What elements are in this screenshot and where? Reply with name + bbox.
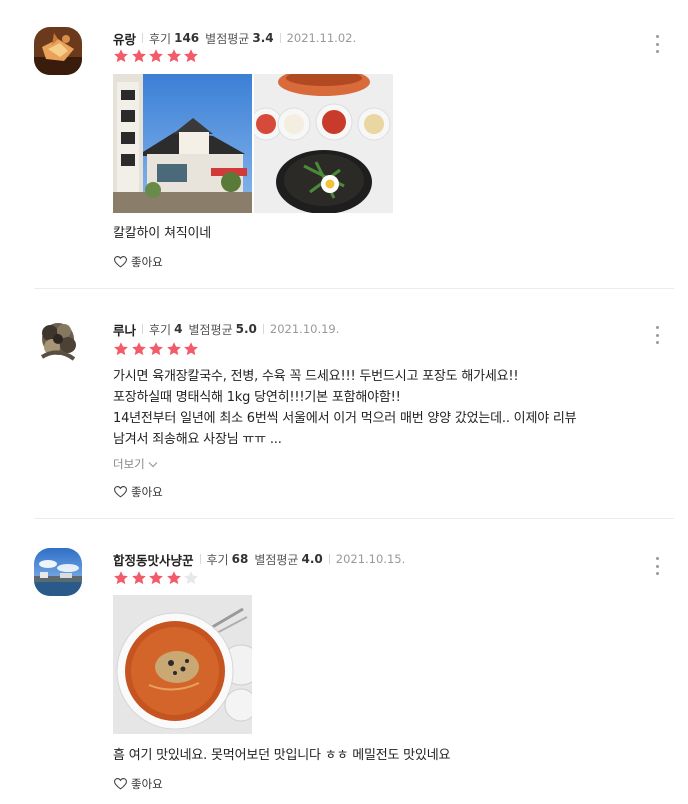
average-rating: 4.0 bbox=[301, 552, 323, 566]
star-icon bbox=[131, 48, 149, 64]
review-text-line: 14년전부터 일년에 최소 6번씩 서울에서 이거 먹으러 매번 양양 갔었는데… bbox=[113, 411, 577, 426]
avatar-image bbox=[34, 317, 82, 365]
star-icon bbox=[183, 48, 201, 64]
star-rating bbox=[113, 48, 201, 64]
star-icon bbox=[166, 48, 184, 64]
review-meta: 루나 후기 4 별점평균 5.0 2021.10.19. bbox=[113, 320, 340, 339]
like-button[interactable]: 좋아요 bbox=[114, 254, 163, 270]
average-rating-label: 별점평균 bbox=[205, 31, 250, 46]
star-icon bbox=[148, 341, 166, 357]
more-vertical-icon bbox=[655, 35, 659, 38]
review-meta: 유랑 후기 146 별점평균 3.4 2021.11.02. bbox=[113, 29, 357, 48]
photo-restaurant-exterior bbox=[113, 74, 252, 213]
like-button[interactable]: 좋아요 bbox=[114, 484, 163, 500]
star-rating bbox=[113, 341, 201, 357]
more-options-button[interactable] bbox=[650, 325, 664, 345]
star-icon bbox=[166, 341, 184, 357]
review-meta: 합정동맛사냥꾼 후기 68 별점평균 4.0 2021.10.15. bbox=[113, 550, 406, 569]
star-rating bbox=[113, 570, 201, 586]
expand-text-button[interactable]: 더보기 bbox=[113, 456, 158, 472]
more-options-button[interactable] bbox=[650, 34, 664, 54]
heart-outline-icon bbox=[114, 778, 127, 790]
star-icon bbox=[183, 570, 201, 586]
author-name[interactable]: 루나 bbox=[113, 320, 136, 339]
review-count-label: 후기 bbox=[206, 552, 229, 567]
average-rating-label: 별점평균 bbox=[188, 322, 233, 337]
review-photo[interactable] bbox=[113, 595, 252, 734]
avatar-image bbox=[34, 548, 82, 596]
review-count: 4 bbox=[174, 322, 183, 336]
star-icon bbox=[131, 570, 149, 586]
avatar-image bbox=[34, 27, 82, 75]
star-icon bbox=[183, 341, 201, 357]
like-label: 좋아요 bbox=[131, 485, 163, 499]
star-icon bbox=[166, 570, 184, 586]
star-icon bbox=[131, 341, 149, 357]
separator bbox=[142, 33, 144, 43]
average-rating: 5.0 bbox=[235, 322, 257, 336]
heart-outline-icon bbox=[114, 486, 127, 498]
review-date: 2021.10.19. bbox=[269, 322, 340, 336]
review-date: 2021.11.02. bbox=[286, 31, 357, 45]
separator bbox=[328, 554, 330, 564]
star-icon bbox=[113, 341, 131, 357]
review-photo[interactable] bbox=[113, 74, 252, 213]
expand-label: 더보기 bbox=[113, 457, 145, 471]
avatar[interactable] bbox=[34, 27, 82, 75]
review-text-line: 가시면 육개장칼국수, 전병, 수육 꼭 드세요!!! 두번드시고 포장도 해가… bbox=[113, 369, 519, 384]
separator bbox=[199, 554, 201, 564]
separator bbox=[142, 324, 144, 334]
review-count-label: 후기 bbox=[149, 322, 172, 337]
review-text-line: 흠 여기 맛있네요. 못먹어보던 맛입니다 ㅎㅎ 메밀전도 맛있네요 bbox=[113, 748, 451, 763]
separator bbox=[262, 324, 264, 334]
review-text: 칼칼하이 쳐직이네 bbox=[113, 223, 663, 244]
like-label: 좋아요 bbox=[131, 255, 163, 269]
more-options-button[interactable] bbox=[650, 556, 664, 576]
review-photo[interactable] bbox=[254, 74, 393, 213]
star-icon bbox=[113, 570, 131, 586]
photo-noodle-soup bbox=[113, 595, 252, 734]
review-count: 68 bbox=[231, 552, 249, 566]
review-count: 146 bbox=[174, 31, 200, 45]
chevron-down-icon bbox=[148, 461, 158, 467]
heart-outline-icon bbox=[114, 256, 127, 268]
star-icon bbox=[113, 48, 131, 64]
review-text: 흠 여기 맛있네요. 못먹어보던 맛입니다 ㅎㅎ 메밀전도 맛있네요 bbox=[113, 745, 663, 766]
review-date: 2021.10.15. bbox=[335, 552, 406, 566]
like-button[interactable]: 좋아요 bbox=[114, 776, 163, 792]
avatar[interactable] bbox=[34, 548, 82, 596]
star-icon bbox=[148, 48, 166, 64]
average-rating-label: 별점평균 bbox=[254, 552, 299, 567]
photo-food-table bbox=[254, 74, 393, 213]
review-count-label: 후기 bbox=[149, 31, 172, 46]
star-icon bbox=[148, 570, 166, 586]
review-text-line: 포장하실때 명태식해 1kg 당연히!!!기본 포함해야함!! bbox=[113, 390, 401, 405]
more-vertical-icon bbox=[655, 557, 659, 560]
like-label: 좋아요 bbox=[131, 777, 163, 791]
divider bbox=[34, 518, 674, 519]
author-name[interactable]: 합정동맛사냥꾼 bbox=[113, 550, 194, 569]
review-text: 가시면 육개장칼국수, 전병, 수육 꼭 드세요!!! 두번드시고 포장도 해가… bbox=[113, 366, 663, 450]
separator bbox=[279, 33, 281, 43]
review-text-line: 남겨서 죄송해요 사장님 ㅠㅠ ... bbox=[113, 432, 282, 447]
author-name[interactable]: 유랑 bbox=[113, 29, 136, 48]
review-text-line: 칼칼하이 쳐직이네 bbox=[113, 226, 212, 241]
more-vertical-icon bbox=[655, 326, 659, 329]
avatar[interactable] bbox=[34, 317, 82, 365]
divider bbox=[34, 288, 674, 289]
average-rating: 3.4 bbox=[252, 31, 274, 45]
